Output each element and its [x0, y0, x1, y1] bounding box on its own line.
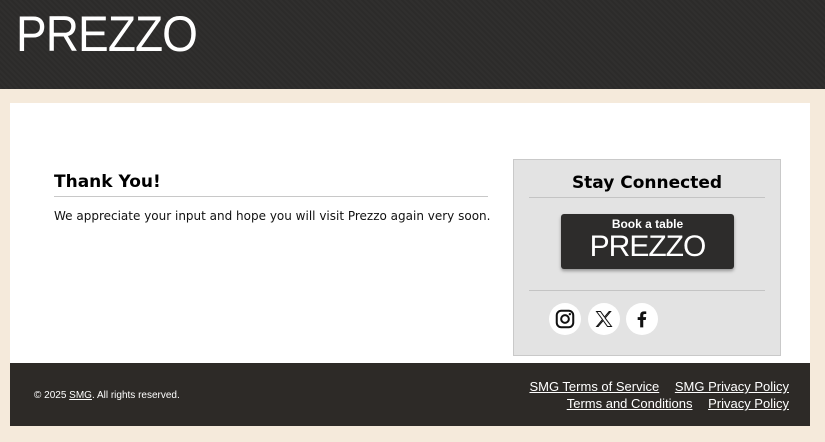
panel-title: Stay Connected: [571, 173, 723, 193]
copyright-text: © 2025 SMG. All rights reserved.: [34, 390, 180, 401]
prezzo-logo[interactable]: PREZZO: [16, 6, 198, 62]
smg-link[interactable]: SMG: [69, 390, 92, 401]
title-divider: [54, 196, 488, 197]
privacy-policy-link[interactable]: Privacy Policy: [708, 396, 789, 411]
site-footer: © 2025 SMG. All rights reserved. SMG Ter…: [10, 363, 810, 426]
facebook-icon: [637, 311, 647, 328]
instagram-icon: [555, 309, 575, 329]
x-twitter-link[interactable]: [588, 303, 620, 335]
copyright-prefix: © 2025: [34, 390, 70, 401]
book-a-table-button[interactable]: Book a table PREZZO: [561, 214, 734, 269]
smg-terms-link[interactable]: SMG Terms of Service: [529, 379, 659, 394]
panel-divider-top: [529, 197, 765, 198]
facebook-link[interactable]: [626, 303, 658, 335]
main-content: Thank You! We appreciate your input and …: [10, 103, 810, 364]
book-button-logo: PREZZO: [589, 230, 707, 263]
footer-links: SMG Terms of Service SMG Privacy Policy …: [517, 378, 789, 412]
x-icon: [595, 311, 613, 327]
smg-privacy-link[interactable]: SMG Privacy Policy: [675, 379, 789, 394]
site-header: PREZZO: [0, 0, 825, 89]
book-a-table-label: Book a table: [611, 217, 684, 231]
instagram-link[interactable]: [549, 303, 581, 335]
stay-connected-panel: Stay Connected Book a table PREZZO: [513, 159, 781, 356]
copyright-suffix: . All rights reserved.: [91, 390, 180, 401]
thank-you-message: We appreciate your input and hope you wi…: [54, 209, 491, 223]
terms-conditions-link[interactable]: Terms and Conditions: [567, 396, 693, 411]
page-title: Thank You!: [54, 172, 161, 192]
panel-divider-mid: [529, 290, 765, 291]
